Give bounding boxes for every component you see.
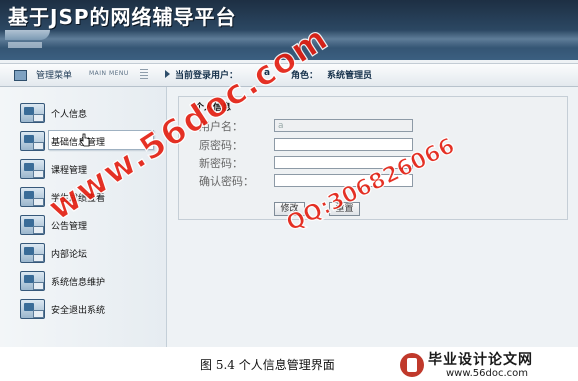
role-value: 系统管理员	[327, 71, 373, 81]
old-password-field[interactable]	[274, 138, 413, 151]
sidebar-item-label: 个人信息	[51, 110, 88, 120]
app-header: 基于JSP的网络辅导平台	[0, 0, 578, 60]
confirm-password-label: 确认密码：	[199, 175, 254, 188]
logo-text: 毕业设计论文网	[428, 352, 533, 368]
hand-cursor-icon	[80, 133, 90, 147]
reset-button[interactable]: 重置	[329, 202, 360, 216]
logo-badge-icon	[400, 353, 424, 377]
sidebar: 个人信息 基础信息管理 课程管理 学生成绩查看 公告管理 内部论坛 系统信息维护	[0, 87, 167, 347]
current-user-value: a	[264, 68, 271, 78]
old-password-label: 原密码：	[199, 139, 243, 152]
site-logo: 毕业设计论文网 www.56doc.com	[398, 349, 576, 381]
logout-icon	[20, 299, 45, 319]
forum-icon	[20, 243, 45, 263]
app-title: 基于JSP的网络辅导平台	[8, 5, 237, 29]
screenshot-frame: 基于JSP的网络辅导平台 管理菜单 MAIN MENU 当前登录用户： a 角色…	[0, 0, 578, 347]
panel-title: 个人信息	[195, 103, 232, 113]
menu-icon	[14, 70, 27, 81]
sidebar-item-label: 公告管理	[51, 222, 88, 232]
course-icon	[20, 159, 45, 179]
sidebar-item-notice[interactable]: 公告管理	[20, 215, 160, 237]
header-decoration-line	[8, 42, 42, 48]
sidebar-item-logout[interactable]: 安全退出系统	[20, 299, 160, 321]
sidebar-item-system[interactable]: 系统信息维护	[20, 271, 160, 293]
top-bar: 管理菜单 MAIN MENU 当前登录用户： a 角色： 系统管理员	[0, 63, 578, 87]
sidebar-item-course[interactable]: 课程管理	[20, 159, 160, 181]
menu-collapse-handle[interactable]	[140, 69, 148, 80]
menu-label-english: MAIN MENU	[89, 70, 129, 77]
sidebar-item-personal-info[interactable]: 个人信息	[20, 103, 160, 125]
username-label: 用户名：	[199, 120, 243, 133]
role-label: 角色：	[291, 71, 319, 81]
sidebar-item-label: 学生成绩查看	[51, 194, 106, 204]
sidebar-item-label: 基础信息管理	[51, 138, 106, 148]
sidebar-item-label: 系统信息维护	[51, 278, 106, 288]
grades-icon	[20, 187, 45, 207]
confirm-password-field[interactable]	[274, 174, 413, 187]
menu-label: 管理菜单	[36, 71, 73, 81]
sidebar-item-label: 内部论坛	[51, 250, 88, 260]
modify-button[interactable]: 修改	[274, 202, 305, 216]
new-password-field[interactable]	[274, 156, 413, 169]
figure-caption: 图 5.4 个人信息管理界面	[200, 358, 335, 372]
sidebar-item-base-info[interactable]: 基础信息管理	[20, 130, 160, 153]
sidebar-item-label: 安全退出系统	[51, 306, 106, 316]
notice-icon	[20, 215, 45, 235]
sidebar-item-forum[interactable]: 内部论坛	[20, 243, 160, 265]
main-content: 个人信息 用户名： 原密码： 新密码： 确认密码： 修改 重置	[168, 87, 578, 347]
logo-url: www.56doc.com	[446, 368, 529, 379]
personal-info-panel: 个人信息 用户名： 原密码： 新密码： 确认密码： 修改 重置	[178, 96, 568, 220]
sidebar-item-grades[interactable]: 学生成绩查看	[20, 187, 160, 209]
username-field[interactable]	[274, 119, 413, 132]
system-icon	[20, 271, 45, 291]
new-password-label: 新密码：	[199, 157, 243, 170]
current-user-label: 当前登录用户：	[175, 71, 239, 81]
sidebar-item-label: 课程管理	[51, 166, 88, 176]
user-info-icon	[20, 103, 45, 123]
base-info-icon	[20, 131, 45, 151]
header-decoration	[5, 30, 50, 40]
header-glow	[0, 30, 578, 48]
arrow-right-icon	[165, 70, 170, 78]
